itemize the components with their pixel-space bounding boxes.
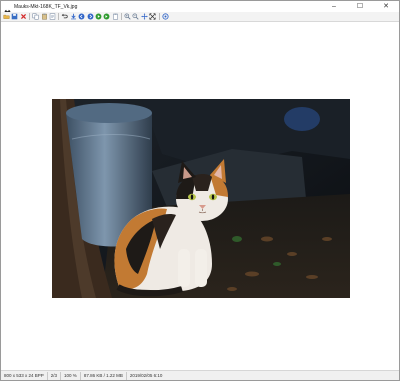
- download-icon[interactable]: [70, 13, 77, 20]
- clipboard-icon[interactable]: [112, 13, 119, 20]
- title-bar: Mauks-Mkt-168K_TF_Vk.jpg – ☐ ✕: [1, 1, 399, 16]
- toolbar-separator: [58, 13, 60, 20]
- status-filesize: 87.86 KB / 1.22 MB: [81, 371, 127, 380]
- minimize-button[interactable]: –: [321, 1, 347, 12]
- paste-icon[interactable]: [41, 13, 48, 20]
- open-folder-icon[interactable]: [3, 13, 10, 20]
- toolbar-separator: [121, 13, 123, 20]
- status-zoom: 100 %: [61, 371, 81, 380]
- image-viewer-window: Mauks-Mkt-168K_TF_Vk.jpg – ☐ ✕ 800 x 533…: [0, 0, 400, 381]
- previous-icon[interactable]: [78, 13, 85, 20]
- info-icon[interactable]: [162, 13, 169, 20]
- status-index: 2/3: [48, 371, 62, 380]
- window-title: Mauks-Mkt-168K_TF_Vk.jpg: [14, 3, 78, 10]
- save-icon[interactable]: [11, 13, 18, 20]
- toolbar-separator: [158, 13, 160, 20]
- undo-icon[interactable]: [61, 13, 68, 20]
- status-bar: 800 x 533 x 24 BPP 2/3 100 % 87.86 KB / …: [1, 370, 399, 380]
- copy-icon[interactable]: [32, 13, 39, 20]
- toolbar-separator: [29, 13, 31, 20]
- zoom-in-icon[interactable]: [124, 13, 131, 20]
- window-controls: – ☐ ✕: [321, 1, 399, 12]
- maximize-button[interactable]: ☐: [347, 1, 373, 12]
- zoom-out-icon[interactable]: [132, 13, 140, 20]
- play-alt-icon[interactable]: [103, 13, 110, 20]
- move-icon[interactable]: [141, 13, 148, 20]
- play-icon[interactable]: [95, 13, 102, 20]
- app-icon: [4, 3, 11, 16]
- fit-window-icon[interactable]: [149, 13, 156, 20]
- image-canvas[interactable]: [1, 23, 399, 369]
- status-dimensions: 800 x 533 x 24 BPP: [1, 371, 48, 380]
- delete-icon[interactable]: [20, 13, 27, 20]
- close-button[interactable]: ✕: [373, 1, 399, 12]
- displayed-photo: [52, 99, 350, 298]
- next-icon[interactable]: [87, 13, 94, 20]
- properties-icon[interactable]: [49, 13, 56, 20]
- status-datetime: 2019/02/05 6:10: [129, 372, 163, 378]
- toolbar: [1, 12, 399, 22]
